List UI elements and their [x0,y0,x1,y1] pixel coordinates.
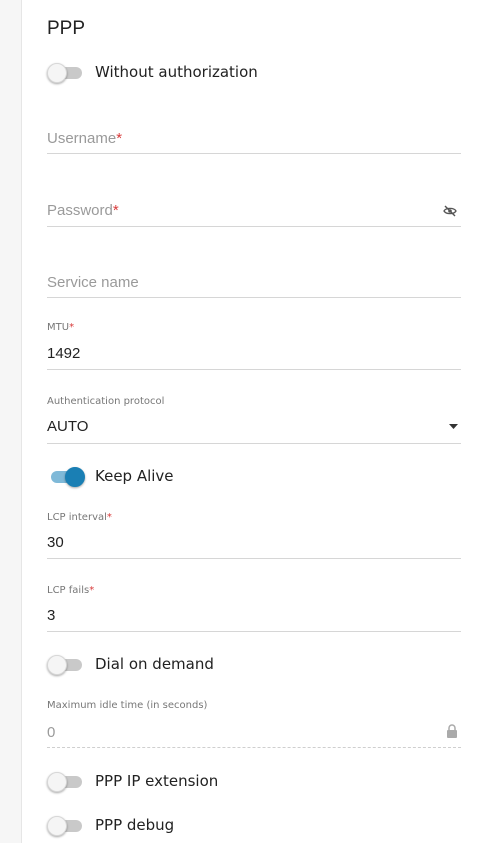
lcp-fails-underline [47,631,461,632]
without-authorization-toggle[interactable] [47,63,85,83]
password-underline [47,226,461,227]
lcp-interval-underline [47,558,461,559]
keep-alive-label: Keep Alive [95,467,174,485]
lcp-fails-value: 3 [47,607,56,624]
toggle-knob [47,655,67,675]
dial-on-demand-toggle[interactable] [47,655,85,675]
toggle-knob [47,772,67,792]
mtu-label: MTU* [47,322,75,333]
max-idle-time-underline [47,747,461,748]
max-idle-time-value: 0 [47,724,56,741]
max-idle-time-label: Maximum idle time (in seconds) [47,700,208,711]
authentication-protocol-underline [47,443,461,444]
eye-off-icon[interactable] [443,205,457,217]
dropdown-caret-icon[interactable] [449,424,458,429]
ppp-ip-extension-toggle[interactable] [47,772,85,792]
dial-on-demand-label: Dial on demand [95,655,214,673]
lock-icon [447,724,457,738]
toggle-knob [47,816,67,836]
ppp-ip-extension-label: PPP IP extension [95,772,219,790]
ppp-debug-toggle[interactable] [47,816,85,836]
authentication-protocol-value: AUTO [47,418,89,435]
username-underline [47,153,461,154]
toggle-knob [47,63,67,83]
service-name-placeholder: Service name [47,274,139,291]
section-title: PPP [47,18,86,39]
mtu-underline [47,369,461,370]
lcp-fails-label: LCP fails* [47,585,95,596]
toggle-knob [65,467,85,487]
password-placeholder: Password* [47,202,119,219]
ppp-debug-label: PPP debug [95,816,175,834]
lcp-interval-value: 30 [47,534,64,551]
username-placeholder: Username* [47,130,123,147]
without-authorization-label: Without authorization [95,63,258,81]
service-name-underline [47,297,461,298]
ppp-settings-panel: PPP Without authorization Username* Pass… [21,0,481,843]
keep-alive-toggle[interactable] [47,467,85,487]
authentication-protocol-label: Authentication protocol [47,396,165,407]
lcp-interval-label: LCP interval* [47,512,112,523]
mtu-value: 1492 [47,345,81,362]
